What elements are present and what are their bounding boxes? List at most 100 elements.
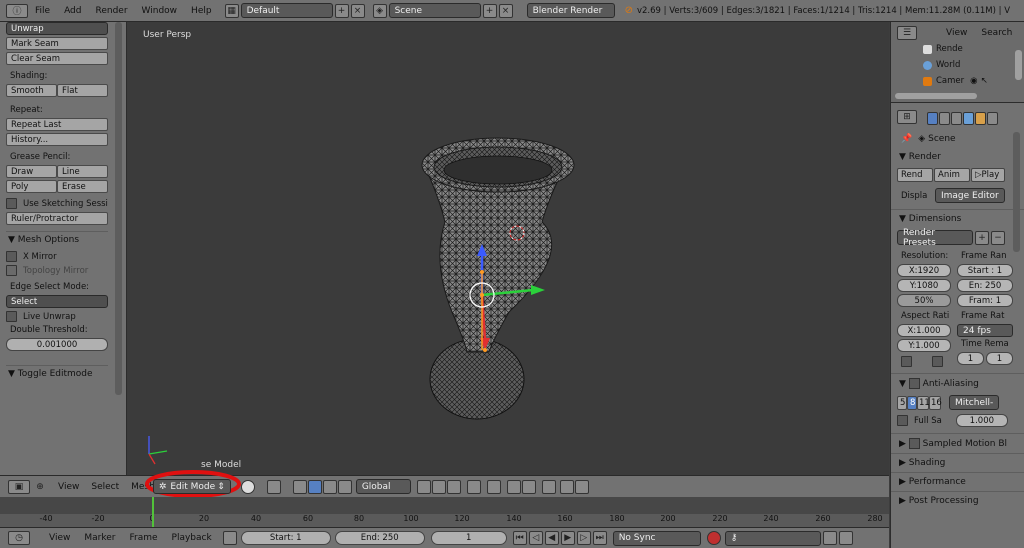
- full-sample-checkbox[interactable]: Full Sa: [897, 415, 942, 426]
- render-anim-button[interactable]: Anim: [934, 168, 970, 182]
- render-still-icon[interactable]: [541, 479, 556, 494]
- use-sketching-checkbox[interactable]: Use Sketching Sessi: [6, 198, 108, 209]
- menu-view[interactable]: View: [42, 533, 77, 543]
- unwrap-menu[interactable]: Unwrap: [6, 22, 108, 35]
- crop-checkbox[interactable]: [932, 356, 949, 367]
- render-still-button[interactable]: Rend: [897, 168, 933, 182]
- pin-icon[interactable]: 📌: [901, 134, 912, 144]
- tool-shelf-scrollbar[interactable]: [115, 22, 122, 395]
- add-layout-icon[interactable]: +: [334, 3, 349, 18]
- layout-select[interactable]: Default: [240, 3, 333, 18]
- collapse-menu-icon[interactable]: ⊕: [36, 480, 44, 494]
- edge-select-icon[interactable]: [431, 479, 446, 494]
- properties-scrollbar[interactable]: [1013, 132, 1020, 252]
- menu-playback[interactable]: Playback: [165, 533, 219, 543]
- render-layers-tab-icon[interactable]: [939, 111, 950, 125]
- repeat-last-button[interactable]: Repeat Last: [6, 118, 108, 131]
- frame-ruler[interactable]: -40 -20 0 20 40 60 80 100 120 140 160 18…: [0, 514, 889, 527]
- menu-help[interactable]: Help: [184, 6, 219, 16]
- edge-select-dropdown[interactable]: Select: [6, 295, 108, 308]
- delete-keyframe-icon[interactable]: [838, 531, 853, 545]
- sampled-motion-blur-header[interactable]: ▶ Sampled Motion Bl: [891, 433, 1024, 453]
- outliner-item-world[interactable]: World: [923, 60, 960, 70]
- outliner-view-menu[interactable]: View: [939, 28, 974, 38]
- mark-seam-button[interactable]: Mark Seam: [6, 37, 108, 50]
- play-icon[interactable]: ▶: [560, 531, 575, 545]
- aa-samples-16[interactable]: 16: [929, 395, 942, 410]
- resolution-y-field[interactable]: Y: 1080: [897, 279, 951, 292]
- layout-grid-icon[interactable]: ▦: [224, 3, 239, 18]
- properties-editor-icon[interactable]: ⊞: [897, 110, 917, 124]
- prev-keyframe-icon[interactable]: ◁: [528, 531, 543, 545]
- menu-render[interactable]: Render: [89, 6, 135, 16]
- manipulator-toggle-icon[interactable]: [292, 479, 307, 494]
- menu-window[interactable]: Window: [135, 6, 185, 16]
- snap-element-icon[interactable]: [521, 479, 536, 494]
- border-checkbox[interactable]: [901, 356, 918, 367]
- info-editor-icon[interactable]: ⓘ: [6, 3, 28, 18]
- aspect-y-field[interactable]: Y: 1.000: [897, 339, 951, 352]
- remove-preset-icon[interactable]: −: [991, 230, 1005, 245]
- next-keyframe-icon[interactable]: ▷: [576, 531, 591, 545]
- history-button[interactable]: History...: [6, 133, 108, 146]
- render-anim-icon[interactable]: [559, 479, 574, 494]
- topology-mirror-checkbox[interactable]: Topology Mirror: [6, 265, 108, 276]
- outliner-vscroll[interactable]: [1015, 50, 1022, 80]
- insert-keyframe-icon[interactable]: [822, 531, 837, 545]
- record-icon[interactable]: [706, 531, 721, 545]
- menu-frame[interactable]: Frame: [122, 533, 164, 543]
- snap-toggle-icon[interactable]: [506, 479, 521, 494]
- menu-add[interactable]: Add: [57, 6, 88, 16]
- scene-tab-icon[interactable]: [951, 111, 962, 125]
- limit-selection-icon[interactable]: [466, 479, 481, 494]
- frame-start-field[interactable]: Start : 1: [957, 264, 1013, 277]
- vase-mesh[interactable]: [127, 22, 889, 475]
- poly-button[interactable]: Poly: [6, 180, 57, 193]
- scene-select[interactable]: Scene: [388, 3, 481, 18]
- face-select-icon[interactable]: [446, 479, 461, 494]
- outliner-item-camera[interactable]: Camer ◉ ↖: [923, 76, 988, 86]
- erase-button[interactable]: Erase: [57, 180, 108, 193]
- keying-set-field[interactable]: ⚷: [724, 530, 821, 546]
- pivot-icon[interactable]: [266, 479, 281, 494]
- smooth-button[interactable]: Smooth: [6, 84, 57, 97]
- add-scene-icon[interactable]: +: [482, 3, 497, 18]
- live-unwrap-checkbox[interactable]: Live Unwrap: [6, 311, 108, 322]
- proportional-edit-icon[interactable]: [486, 479, 501, 494]
- remove-scene-icon[interactable]: ×: [498, 3, 513, 18]
- fps-select[interactable]: 24 fps: [957, 324, 1013, 337]
- preview-range-icon[interactable]: [222, 531, 237, 545]
- clear-seam-button[interactable]: Clear Seam: [6, 52, 108, 65]
- aa-samples-8[interactable]: 8: [907, 395, 917, 410]
- cursor-icon[interactable]: ↖: [981, 76, 988, 86]
- mode-select[interactable]: ✲ Edit Mode ⇕: [152, 479, 231, 494]
- 3d-viewport[interactable]: User Persp se Model: [127, 22, 889, 475]
- play-reverse-icon[interactable]: ◀: [544, 531, 559, 545]
- render-section-header[interactable]: ▼ Render: [891, 148, 1024, 166]
- render-tab-icon[interactable]: [927, 111, 938, 125]
- time-remap-old-field[interactable]: 1: [957, 352, 984, 365]
- aa-samples-11[interactable]: 11: [917, 395, 930, 410]
- menu-file[interactable]: File: [28, 6, 57, 16]
- shading-section-header[interactable]: ▶ Shading: [891, 453, 1024, 472]
- play-button[interactable]: ▷ Play: [971, 168, 1005, 182]
- display-select[interactable]: Image Editor: [935, 188, 1005, 203]
- eye-icon[interactable]: ◉: [970, 76, 977, 86]
- add-preset-icon[interactable]: +: [975, 230, 989, 245]
- outliner-editor-icon[interactable]: ☰: [897, 26, 917, 40]
- scale-manipulator-icon[interactable]: [337, 479, 352, 494]
- viewport-shading-icon[interactable]: [240, 479, 255, 494]
- aspect-x-field[interactable]: X: 1.000: [897, 324, 951, 337]
- aa-samples-5[interactable]: 5: [897, 395, 907, 410]
- motion-blur-checkbox[interactable]: [908, 438, 920, 449]
- timeline-area[interactable]: -40 -20 0 20 40 60 80 100 120 140 160 18…: [0, 497, 889, 527]
- scene-icon[interactable]: ◈: [372, 3, 387, 18]
- outliner-item-render[interactable]: Rende: [923, 44, 963, 54]
- aa-filter-select[interactable]: Mitchell-: [949, 395, 999, 410]
- x-mirror-checkbox[interactable]: X Mirror: [6, 251, 108, 262]
- render-engine-select[interactable]: Blender Render: [526, 3, 615, 18]
- transform-orientation-select[interactable]: Global: [355, 479, 411, 494]
- menu-view[interactable]: View: [52, 482, 85, 492]
- current-frame-field[interactable]: 1: [430, 531, 507, 545]
- double-threshold-field[interactable]: 0.001000: [6, 338, 108, 351]
